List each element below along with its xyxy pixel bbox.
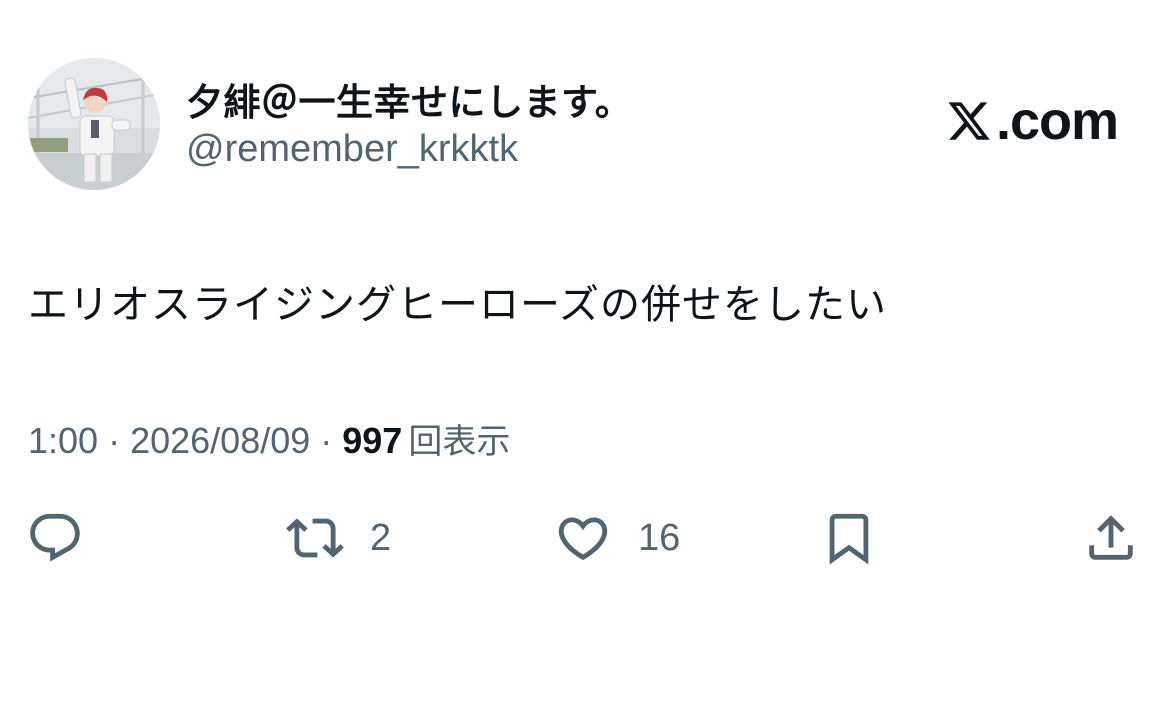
meta-separator: · <box>108 420 121 461</box>
brand-label: .com <box>995 91 1119 151</box>
tweet-card: 夕緋＠一生幸せにします。 @remember_krkktk .com エリオスラ… <box>0 0 1170 706</box>
share-button[interactable] <box>1082 508 1140 568</box>
tweet-time[interactable]: 1:00 <box>28 420 98 462</box>
share-icon <box>1089 515 1133 560</box>
heart-icon <box>558 517 608 561</box>
tweet-meta: 1:00 · 2026/08/09 · 997 回表示 <box>28 414 510 463</box>
avatar-photo <box>28 58 160 190</box>
meta-separator: · <box>320 420 333 461</box>
user-handle[interactable]: @remember_krkktk <box>186 128 518 171</box>
like-button[interactable]: 16 <box>554 508 680 568</box>
avatar[interactable] <box>28 58 160 190</box>
reply-button[interactable] <box>26 508 84 568</box>
bookmark-icon <box>829 513 869 565</box>
bookmark-button[interactable] <box>820 508 878 568</box>
retweet-icon <box>286 518 344 558</box>
views-label: 回表示 <box>408 422 511 462</box>
tweet-text: エリオスライジングヒーローズの併せをしたい <box>28 282 887 328</box>
display-name[interactable]: 夕緋＠一生幸せにします。 <box>186 72 632 126</box>
retweet-button[interactable]: 2 <box>286 508 391 568</box>
x-logo-icon <box>948 102 990 140</box>
tweet-date[interactable]: 2026/08/09 <box>130 420 310 462</box>
views-count: 997 <box>342 420 403 461</box>
retweet-count: 2 <box>370 516 392 559</box>
like-count: 16 <box>638 516 681 559</box>
reply-icon <box>30 513 80 562</box>
brand-watermark: .com <box>944 91 1119 151</box>
